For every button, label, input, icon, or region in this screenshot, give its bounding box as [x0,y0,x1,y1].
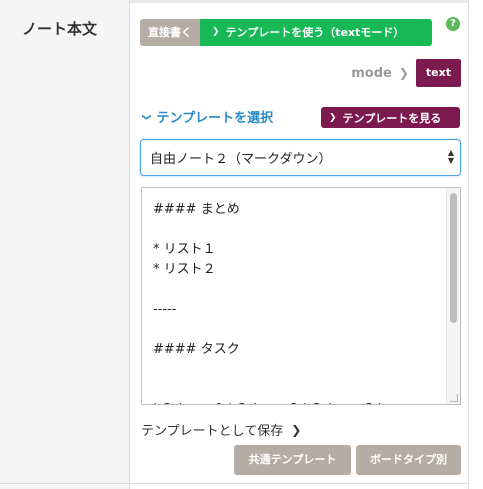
select-template-label: テンプレートを選択 [156,111,274,126]
field-label-column: ノート本文 [0,0,130,489]
save-as-template-label: テンプレートとして保存 [141,424,284,439]
mode-row: mode ❯ text [351,59,461,87]
chevron-right-icon: ❯ [398,66,409,80]
chevron-right-icon: ❯ [329,112,337,123]
view-template-label: テンプレートを見る [342,111,442,125]
input-mode-toggle: 直接書く ❯ テンプレートを使う（textモード） [140,19,432,46]
shared-template-button[interactable]: 共通テンプレート [234,445,351,475]
bottom-divider [0,483,469,484]
template-select-value: 自由ノート２（マークダウン） [150,152,332,167]
direct-write-button[interactable]: 直接書く [140,19,200,46]
chevron-right-icon: ❯ [291,422,302,437]
top-divider [130,0,468,3]
text-mode-button[interactable]: text [415,59,461,87]
view-template-button[interactable]: ❯ テンプレートを見る [321,107,460,128]
select-template-link[interactable]: ❯ テンプレートを選択 [140,107,274,126]
editor-scrollbar[interactable] [446,188,460,404]
template-select[interactable]: 自由ノート２（マークダウン） ▲ ▼ [140,139,461,176]
board-type-button[interactable]: ボードタイプ別 [356,445,461,475]
mode-label: mode [351,65,392,81]
save-as-template-link[interactable]: テンプレートとして保存 ❯ [141,420,302,440]
scrollbar-thumb[interactable] [450,193,457,323]
note-body-textarea[interactable]: #### まとめ * リスト１ * リスト２ ----- #### タスク | … [141,187,461,405]
chevron-down-icon: ❯ [140,112,151,121]
note-body-content: #### まとめ * リスト１ * リスト２ ----- #### タスク | … [153,202,382,404]
use-template-label: テンプレートを使う（textモード） [225,26,405,39]
chevron-down-icon: ❯ [212,27,220,37]
right-border [468,0,469,489]
resize-grip-icon[interactable] [450,394,458,402]
field-label: ノート本文 [22,20,98,38]
help-icon[interactable]: ? [446,17,460,31]
use-template-button[interactable]: ❯ テンプレートを使う（textモード） [200,19,432,46]
select-arrows-icon: ▲ ▼ [447,148,454,165]
